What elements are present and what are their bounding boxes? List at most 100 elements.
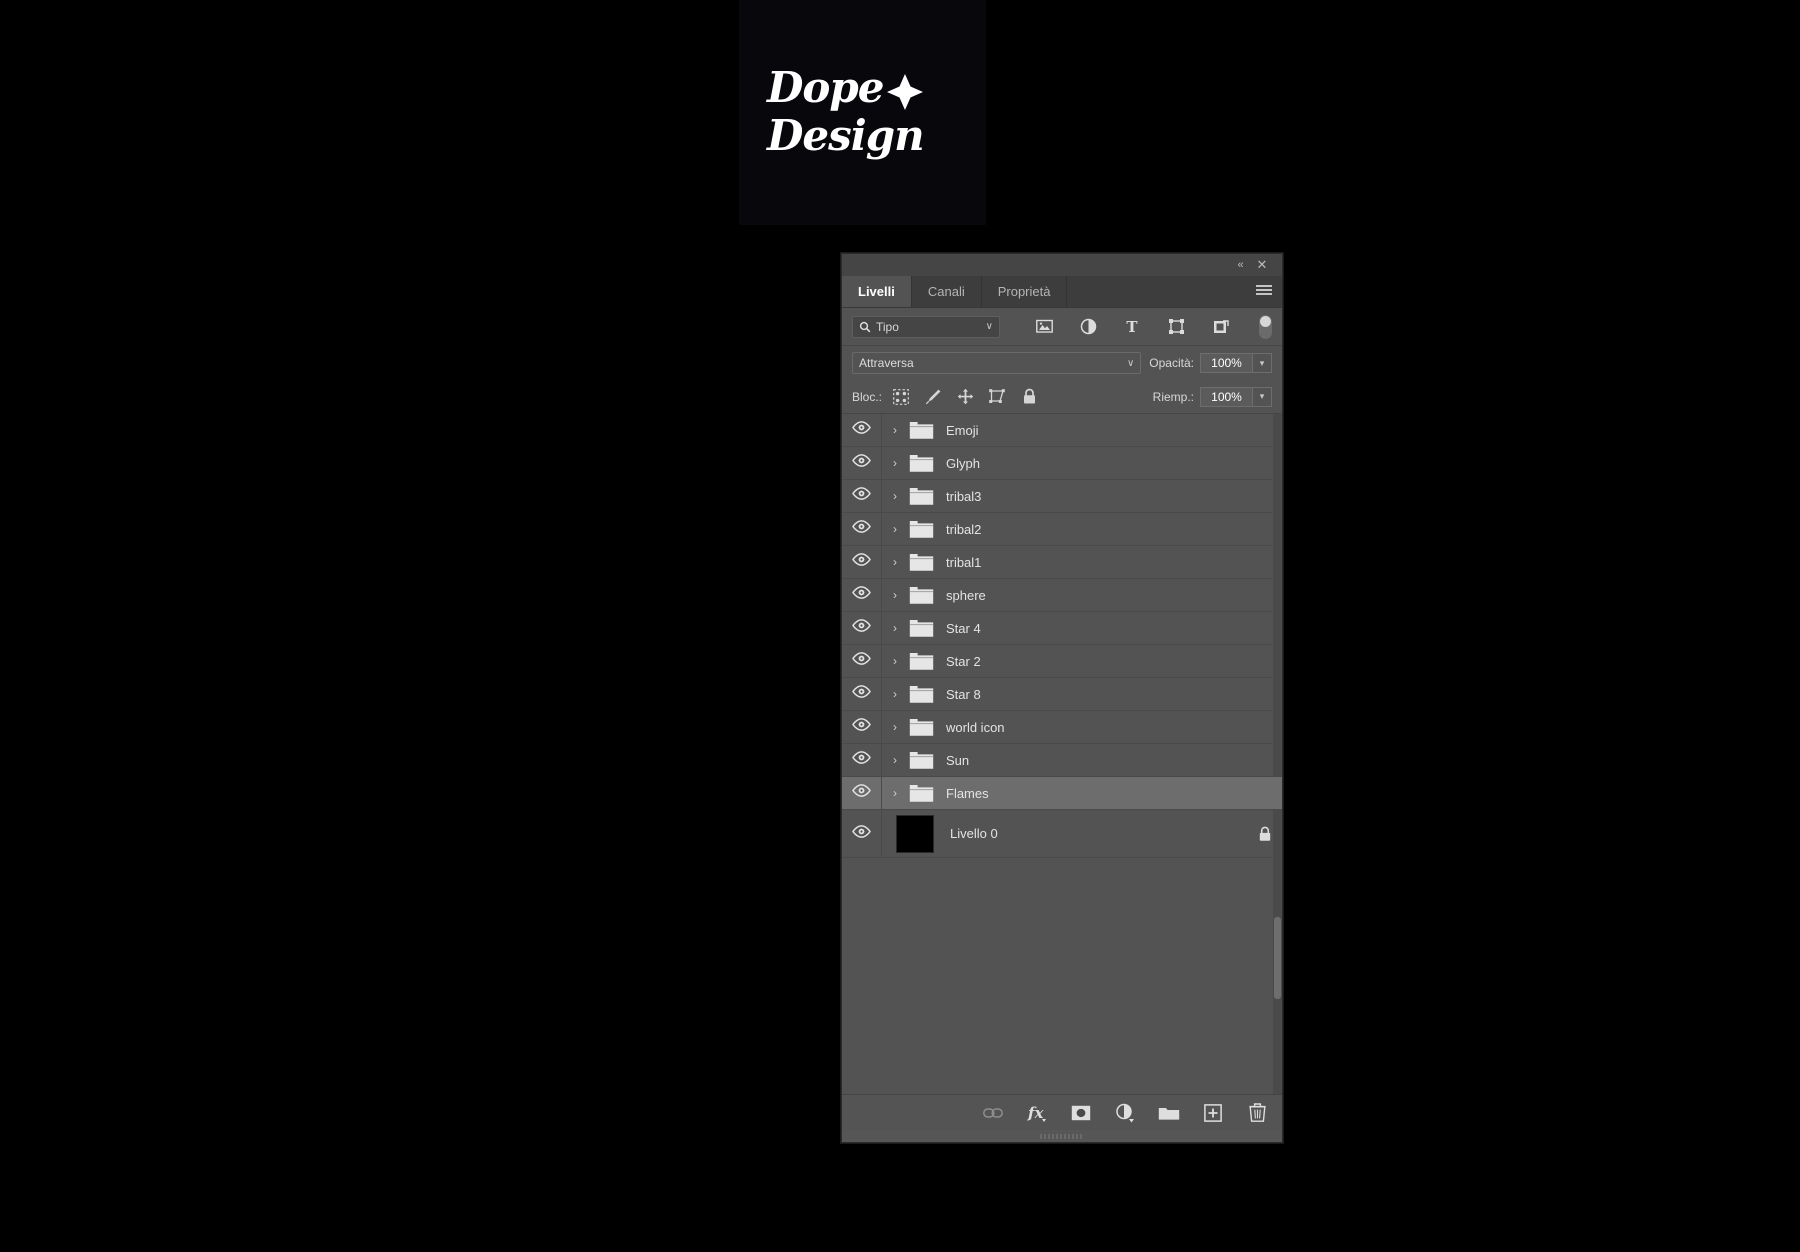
eye-icon[interactable] xyxy=(852,718,871,736)
chevron-right-icon[interactable]: › xyxy=(886,753,904,767)
chevron-right-icon[interactable]: › xyxy=(886,588,904,602)
chevron-right-icon[interactable]: › xyxy=(886,687,904,701)
document-canvas[interactable]: Dope Design xyxy=(739,0,986,225)
layer-visibility-cell xyxy=(842,612,882,644)
layer-name: Star 4 xyxy=(946,620,981,636)
layer-list[interactable]: › Emoji › Glyph › tribal3 › tribal2 › tribal1 › sph… xyxy=(842,414,1282,1094)
layer-thumbnail[interactable] xyxy=(896,814,934,853)
layer-thumbnail-cell xyxy=(888,814,942,853)
layer-styles-fx-icon[interactable]: fx xyxy=(1026,1102,1048,1124)
chevron-right-icon[interactable]: › xyxy=(886,456,904,470)
folder-icon xyxy=(904,520,938,539)
opacity-stepper-icon[interactable]: ▾ xyxy=(1252,353,1272,373)
tab-proprieta[interactable]: Proprietà xyxy=(981,276,1068,307)
lock-artboard-nesting-icon[interactable] xyxy=(988,388,1006,406)
folder-icon xyxy=(904,751,938,770)
folder-icon xyxy=(904,784,938,803)
chevron-right-icon[interactable]: › xyxy=(886,720,904,734)
blend-mode-row: Attraversa ∨ Opacità: 100% ▾ xyxy=(842,346,1282,380)
add-layer-mask-icon[interactable] xyxy=(1070,1102,1092,1124)
dope-design-logo: Dope Design xyxy=(739,0,986,225)
layer-name: tribal1 xyxy=(946,554,982,570)
layer-row[interactable]: › tribal3 xyxy=(842,480,1282,513)
eye-icon[interactable] xyxy=(852,553,871,571)
filter-type-select[interactable]: Tipo ∨ xyxy=(852,315,1000,338)
layer-row[interactable]: Livello 0 xyxy=(842,810,1282,858)
close-panel-icon[interactable]: ✕ xyxy=(1254,257,1270,273)
layer-row[interactable]: › Flames xyxy=(842,777,1282,810)
layer-visibility-cell xyxy=(842,447,882,479)
layer-lock-indicator xyxy=(1248,826,1282,842)
layer-row[interactable]: › tribal1 xyxy=(842,546,1282,579)
chevron-down-icon: ∨ xyxy=(985,321,993,332)
chevron-right-icon[interactable]: › xyxy=(886,489,904,503)
lock-transparent-pixels-icon[interactable] xyxy=(892,388,910,406)
hamburger-menu-icon[interactable] xyxy=(1256,285,1272,299)
eye-icon[interactable] xyxy=(852,454,871,472)
fill-stepper-icon[interactable]: ▾ xyxy=(1252,386,1272,407)
layer-name: Livello 0 xyxy=(950,826,998,841)
panel-titlebar: « ✕ xyxy=(842,254,1282,276)
tab-bar-filler xyxy=(1067,276,1282,307)
delete-layer-icon[interactable] xyxy=(1246,1102,1268,1124)
link-layers-icon[interactable] xyxy=(982,1102,1004,1124)
opacity-input[interactable]: 100% xyxy=(1200,353,1252,373)
filter-icon-group: T xyxy=(1012,316,1253,338)
lock-all-icon[interactable] xyxy=(1020,388,1038,406)
eye-icon[interactable] xyxy=(852,520,871,538)
panel-resize-grip[interactable] xyxy=(842,1130,1282,1142)
chevron-right-icon[interactable]: › xyxy=(886,555,904,569)
new-layer-icon[interactable] xyxy=(1202,1102,1224,1124)
folder-icon xyxy=(904,487,938,506)
layer-row[interactable]: › world icon xyxy=(842,711,1282,744)
layer-name: Flames xyxy=(946,785,989,801)
eye-icon[interactable] xyxy=(852,685,871,703)
chevron-right-icon[interactable]: › xyxy=(886,522,904,536)
new-group-icon[interactable] xyxy=(1158,1102,1180,1124)
layer-row[interactable]: › Glyph xyxy=(842,447,1282,480)
fill-input[interactable]: 100% xyxy=(1200,386,1252,407)
layer-row[interactable]: › sphere xyxy=(842,579,1282,612)
smart-object-filter-icon[interactable] xyxy=(1209,316,1231,338)
layer-name: Star 2 xyxy=(946,653,981,669)
blend-mode-select[interactable]: Attraversa ∨ xyxy=(852,352,1142,374)
layer-row[interactable]: › tribal2 xyxy=(842,513,1282,546)
folder-icon xyxy=(904,652,938,671)
layer-visibility-cell xyxy=(842,777,882,809)
chevron-right-icon[interactable]: › xyxy=(886,423,904,437)
chevron-right-icon[interactable]: › xyxy=(886,621,904,635)
eye-icon[interactable] xyxy=(852,784,871,802)
folder-icon xyxy=(904,553,938,572)
pixel-layer-filter-icon[interactable] xyxy=(1034,316,1056,338)
layers-panel: « ✕ Livelli Canali Proprietà Tipo ∨ T At… xyxy=(841,253,1283,1143)
eye-icon[interactable] xyxy=(852,751,871,769)
scrollbar-thumb[interactable] xyxy=(1274,917,1281,999)
layer-row[interactable]: › Emoji xyxy=(842,414,1282,447)
type-layer-filter-icon[interactable]: T xyxy=(1121,316,1143,338)
blend-mode-value: Attraversa xyxy=(859,356,914,370)
layer-visibility-cell xyxy=(842,414,882,446)
shape-layer-filter-icon[interactable] xyxy=(1165,316,1187,338)
eye-icon[interactable] xyxy=(852,619,871,637)
svg-text:T: T xyxy=(1127,319,1139,335)
layer-row[interactable]: › Star 4 xyxy=(842,612,1282,645)
new-adjustment-layer-icon[interactable] xyxy=(1114,1102,1136,1124)
layer-row[interactable]: › Sun xyxy=(842,744,1282,777)
eye-icon[interactable] xyxy=(852,652,871,670)
tab-livelli[interactable]: Livelli xyxy=(842,276,912,307)
eye-icon[interactable] xyxy=(852,421,871,439)
chevron-right-icon[interactable]: › xyxy=(886,786,904,800)
filter-enable-toggle[interactable] xyxy=(1259,314,1272,339)
adjustment-layer-filter-icon[interactable] xyxy=(1078,316,1100,338)
tab-canali[interactable]: Canali xyxy=(911,276,982,307)
eye-icon[interactable] xyxy=(852,586,871,604)
layer-row[interactable]: › Star 8 xyxy=(842,678,1282,711)
eye-icon[interactable] xyxy=(852,487,871,505)
lock-image-pixels-icon[interactable] xyxy=(924,388,942,406)
lock-position-icon[interactable] xyxy=(956,388,974,406)
layer-row[interactable]: › Star 2 xyxy=(842,645,1282,678)
eye-icon[interactable] xyxy=(852,824,871,843)
chevron-right-icon[interactable]: › xyxy=(886,654,904,668)
collapse-panel-icon[interactable]: « xyxy=(1232,257,1248,273)
chevron-down-icon: ∨ xyxy=(1126,357,1135,369)
